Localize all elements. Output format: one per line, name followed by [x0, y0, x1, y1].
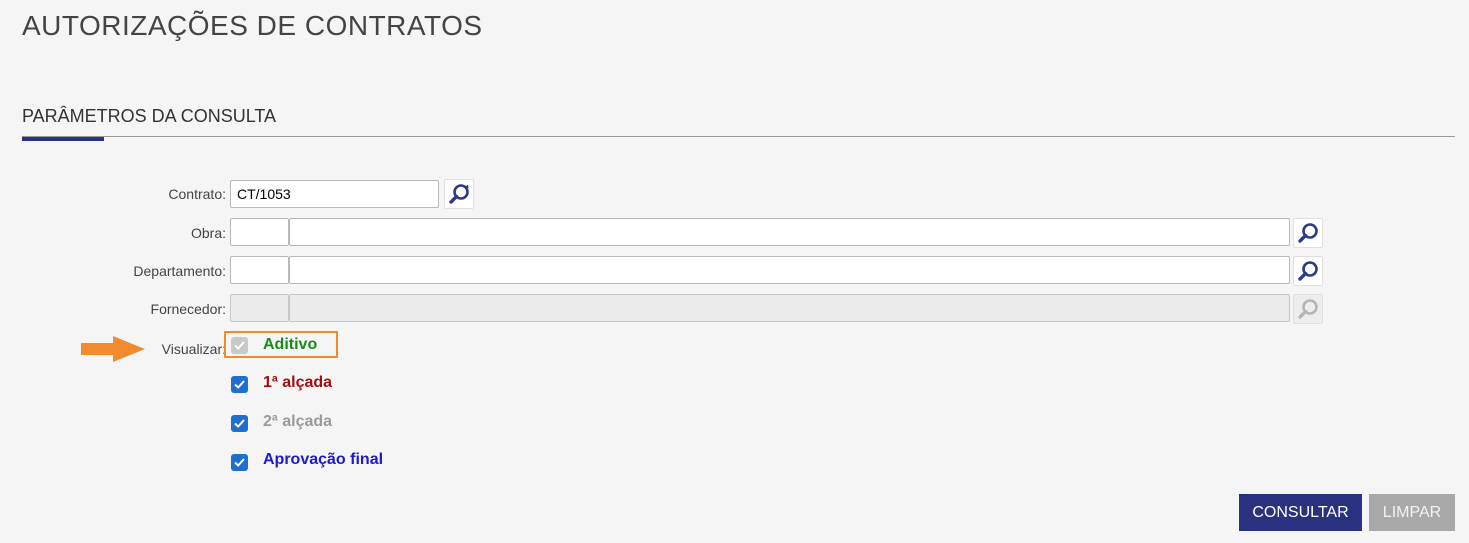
magnifier-icon	[1298, 261, 1318, 281]
aprovacao-final-label: Aprovação final	[263, 451, 384, 468]
departamento-label: Departamento:	[133, 263, 226, 279]
check-icon	[234, 341, 245, 350]
fornecedor-search-button[interactable]	[1293, 294, 1323, 324]
limpar-button[interactable]: LIMPAR	[1369, 494, 1455, 531]
check-icon	[234, 458, 245, 467]
magnifier-icon	[1298, 299, 1318, 319]
obra-search-button[interactable]	[1293, 218, 1323, 248]
contrato-label: Contrato:	[168, 186, 226, 202]
section-title: PARÂMETROS DA CONSULTA	[22, 106, 277, 126]
fornecedor-name-input[interactable]	[289, 294, 1290, 322]
fornecedor-label: Fornecedor:	[150, 301, 226, 317]
check-icon	[234, 380, 245, 389]
departamento-code-input[interactable]	[230, 256, 289, 284]
magnifier-icon	[1298, 223, 1318, 243]
primeira-alcada-label: 1ª alçada	[263, 374, 333, 391]
section-accent-bar	[22, 137, 104, 141]
departamento-name-input[interactable]	[289, 256, 1290, 284]
page-title: AUTORIZAÇÕES DE CONTRATOS	[22, 10, 483, 41]
visualizar-label: Visualizar:	[161, 341, 226, 357]
section-divider	[22, 136, 1455, 137]
segunda-alcada-label: 2ª alçada	[263, 413, 333, 430]
contrato-search-button[interactable]	[444, 179, 474, 209]
consultar-button[interactable]: CONSULTAR	[1239, 494, 1362, 531]
search-refresh-icon	[449, 184, 469, 204]
aditivo-checkbox[interactable]	[231, 337, 248, 354]
contrato-input[interactable]	[230, 180, 439, 208]
departamento-search-button[interactable]	[1293, 256, 1323, 286]
aditivo-label: Aditivo	[263, 336, 318, 353]
obra-code-input[interactable]	[230, 218, 289, 246]
aprovacao-final-checkbox[interactable]	[231, 454, 248, 471]
obra-label: Obra:	[190, 225, 226, 241]
primeira-alcada-checkbox[interactable]	[231, 376, 248, 393]
segunda-alcada-checkbox[interactable]	[231, 415, 248, 432]
fornecedor-code-input[interactable]	[230, 294, 289, 322]
check-icon	[234, 419, 245, 428]
obra-name-input[interactable]	[289, 218, 1290, 246]
